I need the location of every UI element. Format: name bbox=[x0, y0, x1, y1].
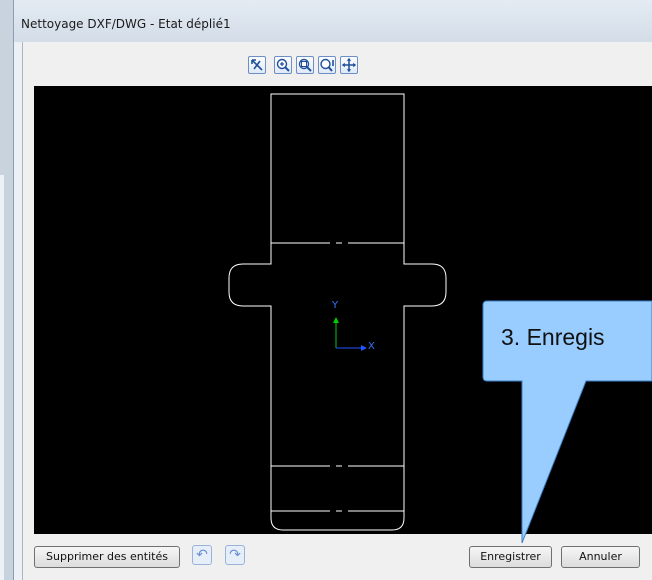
delete-entities-button[interactable]: Supprimer des entités bbox=[34, 546, 180, 568]
callout-text: 3. Enregis bbox=[501, 324, 605, 350]
cancel-button[interactable]: Annuler bbox=[561, 546, 640, 568]
save-button[interactable]: Enregistrer bbox=[469, 546, 552, 568]
undo-icon[interactable]: ↶ bbox=[192, 545, 212, 565]
redo-icon[interactable]: ↷ bbox=[225, 545, 245, 565]
callout-bubble bbox=[482, 300, 652, 544]
